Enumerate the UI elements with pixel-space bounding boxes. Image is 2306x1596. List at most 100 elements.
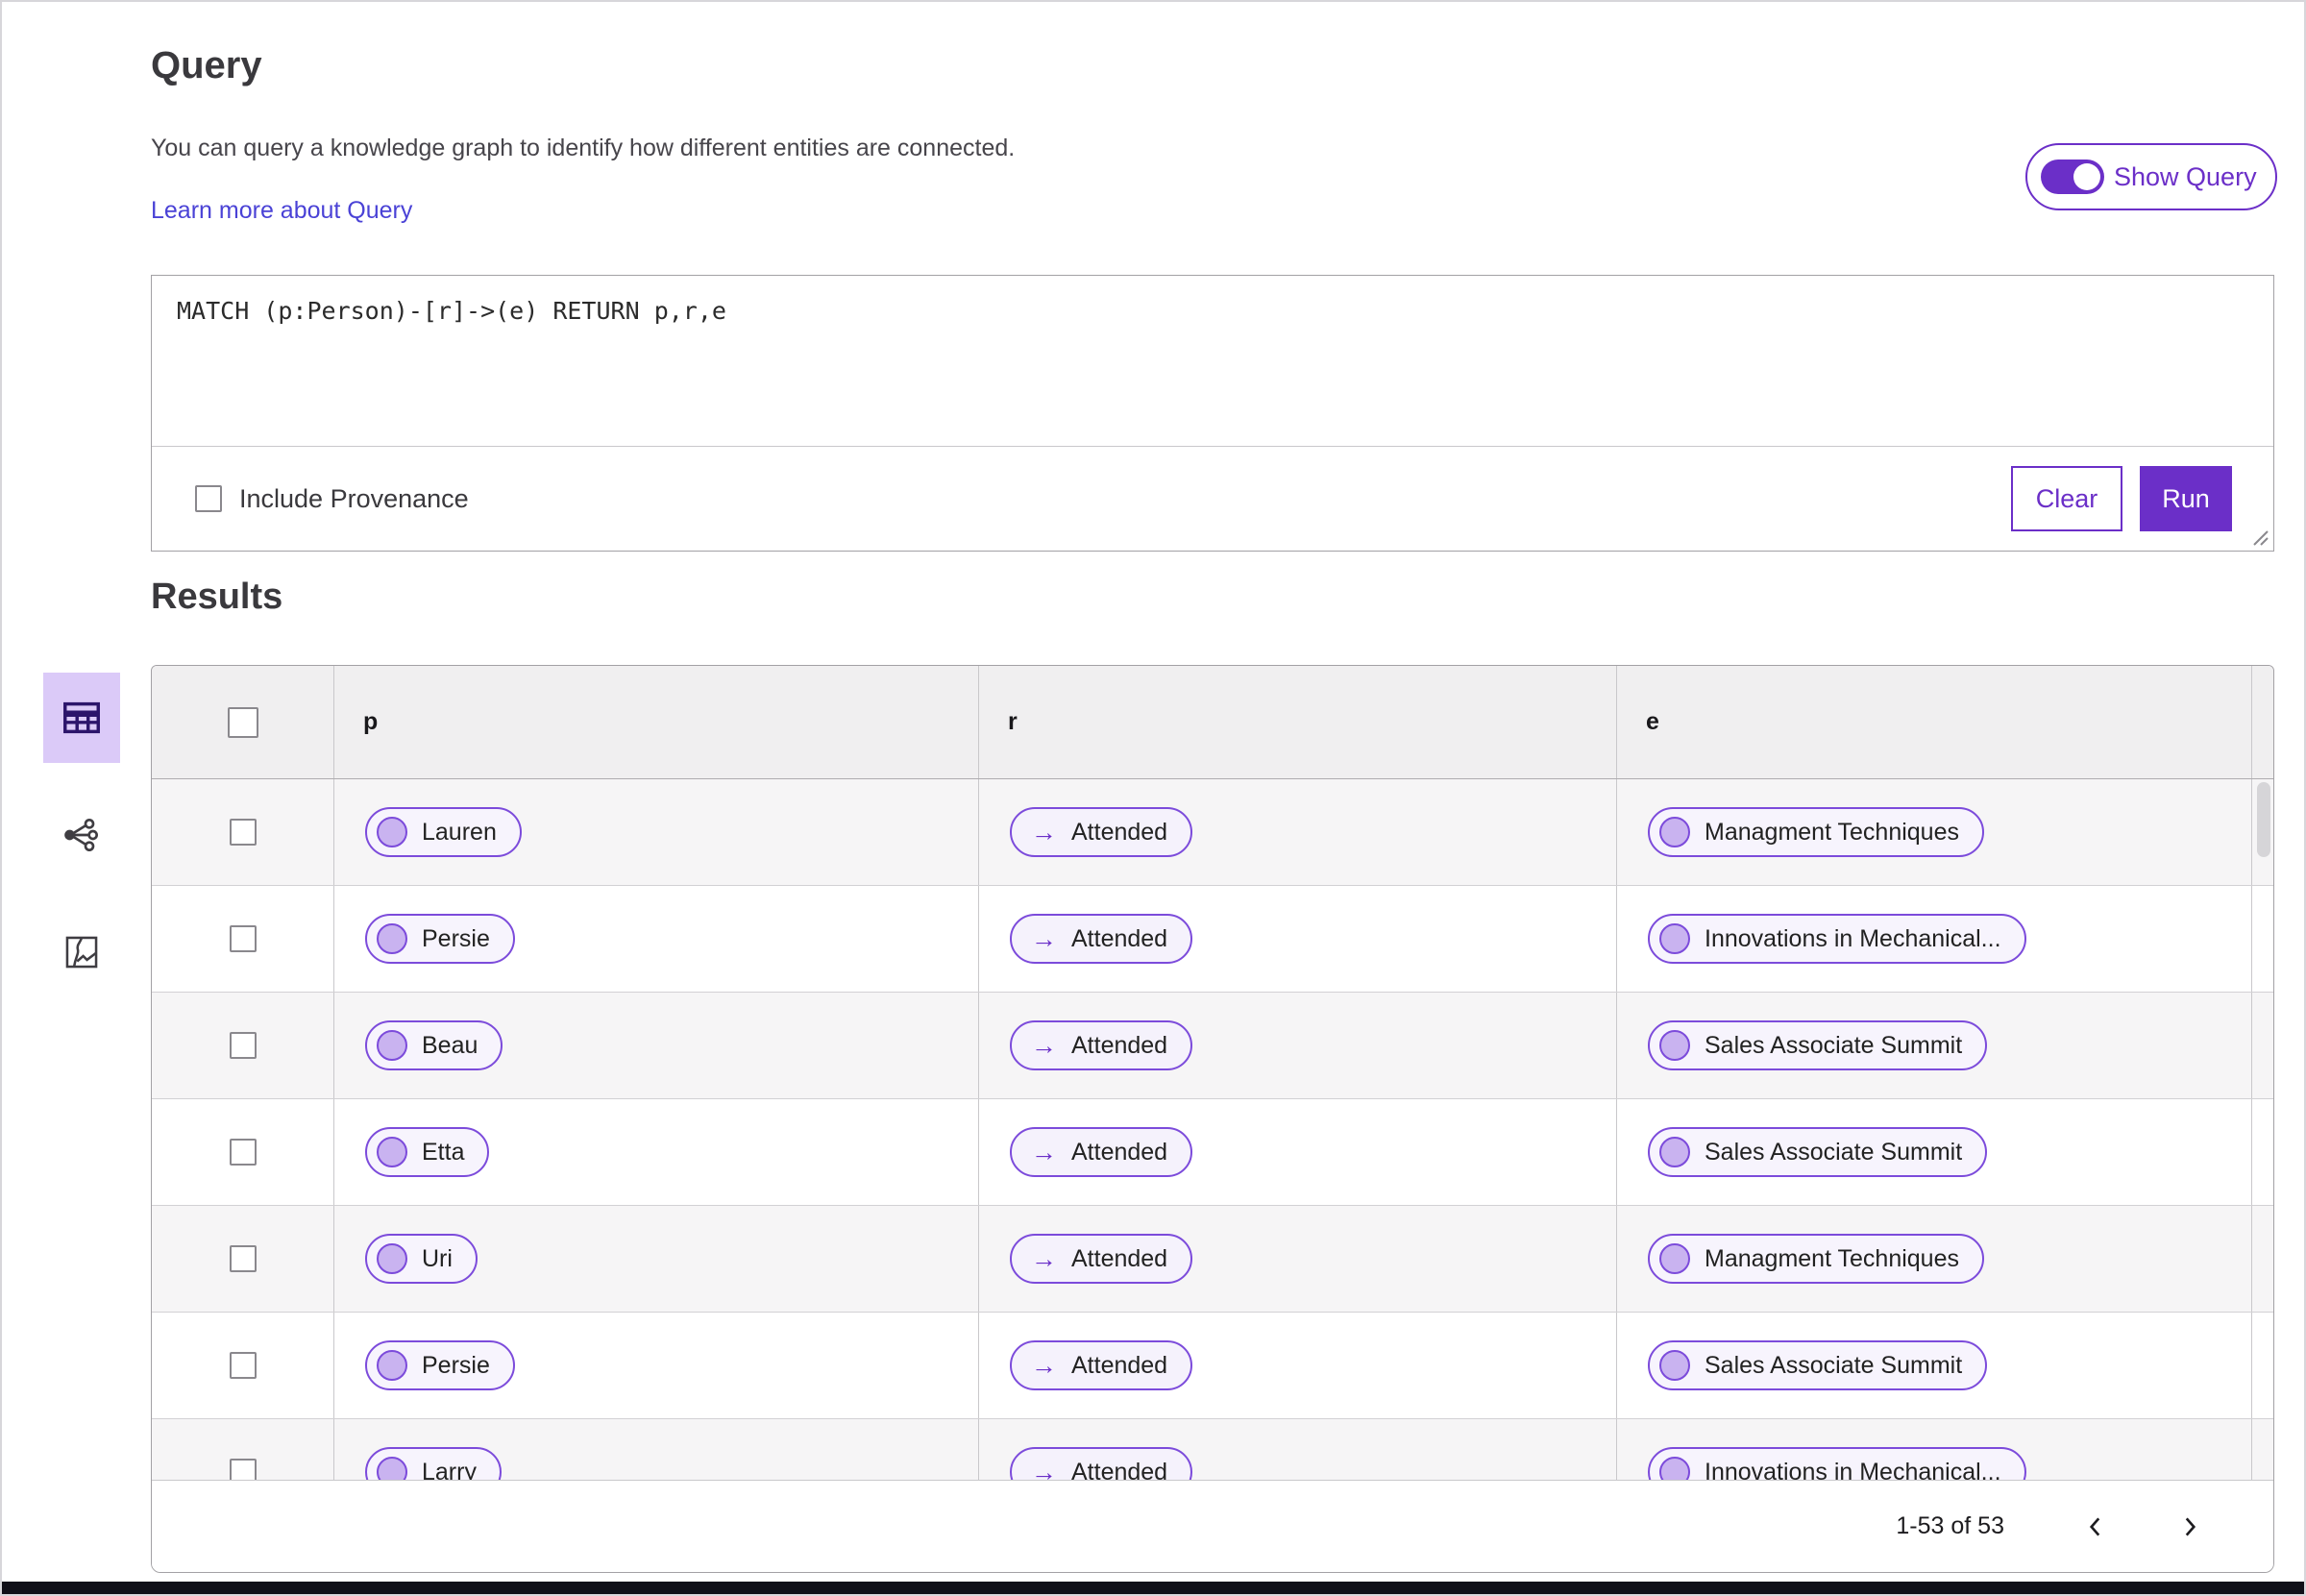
table-row: Beau → Attended Sales Associate Summit (152, 993, 2273, 1099)
entity-label: Lauren (422, 818, 497, 846)
include-provenance-checkbox[interactable] (195, 485, 222, 512)
entity-label: Sales Associate Summit (1705, 1138, 1963, 1166)
table-row: Persie → Attended Sales Associate Summit (152, 1313, 2273, 1419)
relationship-pill[interactable]: → Attended (1010, 914, 1193, 964)
entity-pill[interactable]: Persie (365, 914, 515, 964)
resize-handle-icon[interactable] (2250, 528, 2269, 547)
entity-pill[interactable]: Larry (365, 1447, 502, 1480)
entity-pill[interactable]: Managment Techniques (1648, 1234, 1984, 1284)
relationship-pill[interactable]: → Attended (1010, 1020, 1193, 1070)
show-query-label: Show Query (2114, 161, 2257, 191)
chevron-right-icon (2177, 1514, 2202, 1539)
column-header-p[interactable]: p (334, 666, 979, 778)
entity-pill[interactable]: Etta (365, 1127, 490, 1177)
node-circle-icon (377, 923, 407, 954)
node-circle-icon (377, 1243, 407, 1274)
entity-label: Persie (422, 1351, 490, 1379)
node-circle-icon (1659, 817, 1690, 847)
relationship-label: Attended (1071, 1458, 1168, 1481)
column-header-r[interactable]: r (979, 666, 1617, 778)
relationship-label: Attended (1071, 1244, 1168, 1272)
node-circle-icon (1659, 1457, 1690, 1480)
arrow-right-icon: → (1031, 1457, 1057, 1480)
next-page-button[interactable] (2173, 1510, 2206, 1543)
map-icon (63, 934, 100, 970)
arrow-right-icon: → (1031, 1030, 1057, 1060)
column-header-e[interactable]: e (1617, 666, 2252, 778)
relationship-label: Attended (1071, 924, 1168, 952)
table-row: Lauren → Attended Managment Techniques (152, 779, 2273, 886)
entity-pill[interactable]: Innovations in Mechanical... (1648, 1447, 2026, 1480)
vertical-scrollbar[interactable] (2257, 782, 2270, 857)
entity-label: Uri (422, 1244, 453, 1272)
entity-pill[interactable]: Lauren (365, 807, 522, 857)
query-input[interactable]: MATCH (p:Person)-[r]->(e) RETURN p,r,e (152, 276, 2273, 447)
table-row: Uri → Attended Managment Techniques (152, 1206, 2273, 1313)
previous-page-button[interactable] (2079, 1510, 2112, 1543)
table-header-row: p r e (152, 666, 2273, 779)
query-editor: MATCH (p:Person)-[r]->(e) RETURN p,r,e I… (151, 275, 2274, 552)
relationship-label: Attended (1071, 1351, 1168, 1379)
entity-pill[interactable]: Innovations in Mechanical... (1648, 914, 2026, 964)
entity-pill[interactable]: Sales Associate Summit (1648, 1020, 1988, 1070)
page-title: Query (151, 44, 262, 86)
entity-pill[interactable]: Beau (365, 1020, 503, 1070)
arrow-right-icon: → (1031, 923, 1057, 953)
relationship-label: Attended (1071, 1031, 1168, 1059)
entity-label: Larry (422, 1458, 477, 1481)
arrow-right-icon: → (1031, 1350, 1057, 1380)
relationship-label: Attended (1071, 1138, 1168, 1166)
table-view-button[interactable] (43, 673, 120, 763)
entity-pill[interactable]: Uri (365, 1234, 478, 1284)
results-table: p r e Lauren → Attended Managment Techni… (151, 665, 2274, 1573)
clear-button[interactable]: Clear (2011, 466, 2122, 531)
entity-label: Innovations in Mechanical... (1705, 1458, 2001, 1481)
map-view-button[interactable] (43, 907, 120, 997)
show-query-toggle[interactable]: Show Query (2025, 143, 2277, 210)
toggle-on-icon[interactable] (2041, 160, 2104, 194)
node-circle-icon (377, 817, 407, 847)
node-circle-icon (377, 1137, 407, 1167)
row-checkbox[interactable] (229, 1139, 257, 1166)
query-page: Query You can query a knowledge graph to… (0, 0, 2306, 1596)
table-row: Persie → Attended Innovations in Mechani… (152, 886, 2273, 993)
relationship-pill[interactable]: → Attended (1010, 1127, 1193, 1177)
node-circle-icon (1659, 1030, 1690, 1061)
graph-view-button[interactable] (43, 790, 120, 880)
entity-pill[interactable]: Sales Associate Summit (1648, 1340, 1988, 1390)
entity-label: Innovations in Mechanical... (1705, 924, 2001, 952)
window-bottom-edge (2, 1582, 2304, 1594)
row-checkbox[interactable] (229, 1352, 257, 1379)
select-all-checkbox[interactable] (227, 706, 258, 738)
learn-more-link[interactable]: Learn more about Query (151, 197, 412, 225)
row-checkbox[interactable] (229, 819, 257, 846)
relationship-pill[interactable]: → Attended (1010, 1340, 1193, 1390)
entity-label: Managment Techniques (1705, 1244, 1959, 1272)
run-button[interactable]: Run (2140, 466, 2232, 531)
row-checkbox[interactable] (229, 925, 257, 952)
pagination-range: 1-53 of 53 (1896, 1512, 2004, 1539)
include-provenance-label: Include Provenance (239, 483, 469, 513)
relationship-pill[interactable]: → Attended (1010, 807, 1193, 857)
entity-pill[interactable]: Sales Associate Summit (1648, 1127, 1988, 1177)
arrow-right-icon: → (1031, 817, 1057, 847)
entity-pill[interactable]: Persie (365, 1340, 515, 1390)
arrow-right-icon: → (1031, 1137, 1057, 1166)
node-circle-icon (1659, 923, 1690, 954)
relationship-label: Attended (1071, 818, 1168, 846)
table-row: Larry → Attended Innovations in Mechanic… (152, 1419, 2273, 1480)
row-checkbox[interactable] (229, 1032, 257, 1059)
node-circle-icon (1659, 1243, 1690, 1274)
relationship-pill[interactable]: → Attended (1010, 1447, 1193, 1481)
results-title: Results (151, 577, 283, 617)
entity-label: Persie (422, 924, 490, 952)
entity-pill[interactable]: Managment Techniques (1648, 807, 1984, 857)
row-checkbox[interactable] (229, 1245, 257, 1272)
row-checkbox[interactable] (229, 1459, 257, 1480)
entity-label: Managment Techniques (1705, 818, 1959, 846)
entity-label: Sales Associate Summit (1705, 1031, 1963, 1059)
arrow-right-icon: → (1031, 1243, 1057, 1273)
pagination-bar: 1-53 of 53 (152, 1480, 2273, 1572)
table-row: Etta → Attended Sales Associate Summit (152, 1099, 2273, 1206)
relationship-pill[interactable]: → Attended (1010, 1234, 1193, 1284)
